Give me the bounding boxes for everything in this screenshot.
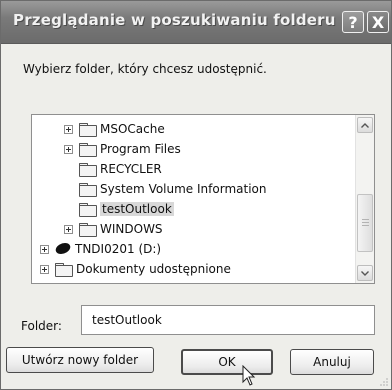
tree-item-drive-d[interactable]: TNDI0201 (D:) xyxy=(40,239,161,259)
folder-icon xyxy=(79,162,97,177)
expand-icon[interactable] xyxy=(64,124,73,134)
folder-icon xyxy=(79,142,97,157)
tree-item-label: Dokumenty udostępnione xyxy=(76,262,231,276)
scroll-down-button[interactable] xyxy=(357,265,373,281)
tree-item-system-volume-information[interactable]: System Volume Information xyxy=(64,179,266,199)
scroll-thumb[interactable] xyxy=(357,194,373,252)
folder-field-label: Folder: xyxy=(21,319,62,333)
expand-icon[interactable] xyxy=(64,144,73,154)
cancel-button[interactable]: Anuluj xyxy=(290,349,374,375)
folder-name-input[interactable] xyxy=(81,305,375,335)
tree-item-label: TNDI0201 (D:) xyxy=(75,242,162,256)
folder-icon xyxy=(79,122,97,137)
folder-tree[interactable]: MSOCache Program Files RECYCLER System V… xyxy=(31,114,375,284)
expand-icon[interactable] xyxy=(40,244,49,254)
mouse-pointer-icon xyxy=(242,365,256,386)
tree-item-recycler[interactable]: RECYCLER xyxy=(64,159,162,179)
drive-icon xyxy=(53,243,73,255)
tree-item-label: MSOCache xyxy=(100,122,165,136)
resize-grip-icon[interactable] xyxy=(377,375,389,387)
tree-item-testoutlook[interactable]: testOutlook xyxy=(64,199,174,219)
folder-tree-rows: MSOCache Program Files RECYCLER System V… xyxy=(32,115,356,283)
expand-icon[interactable] xyxy=(64,224,73,234)
tree-item-windows[interactable]: WINDOWS xyxy=(64,219,163,239)
tree-item-msocache[interactable]: MSOCache xyxy=(64,119,165,139)
folder-icon xyxy=(55,262,73,277)
browse-folder-dialog: Przeglądanie w poszukiwaniu folderu ? X … xyxy=(0,0,392,390)
dialog-title: Przeglądanie w poszukiwaniu folderu xyxy=(13,11,336,29)
chevron-down-icon xyxy=(361,270,369,276)
chevron-up-icon xyxy=(361,122,369,128)
help-button[interactable]: ? xyxy=(342,11,364,33)
close-button[interactable]: X xyxy=(367,11,389,33)
title-bar[interactable]: Przeglądanie w poszukiwaniu folderu ? X xyxy=(1,1,391,44)
scroll-up-button[interactable] xyxy=(357,117,373,133)
tree-item-label: System Volume Information xyxy=(100,182,267,196)
tree-item-label: WINDOWS xyxy=(100,222,163,236)
ok-button[interactable]: OK xyxy=(181,349,273,375)
tree-item-shared-documents[interactable]: Dokumenty udostępnione xyxy=(40,259,231,279)
folder-icon xyxy=(79,182,97,197)
folder-icon xyxy=(79,202,97,217)
tree-item-label: Program Files xyxy=(100,142,181,156)
instruction-text: Wybierz folder, który chcesz udostępnić. xyxy=(23,62,267,76)
vertical-scrollbar[interactable] xyxy=(355,115,374,283)
tree-item-label: RECYCLER xyxy=(100,162,162,176)
tree-item-label: testOutlook xyxy=(100,202,174,216)
folder-icon xyxy=(79,222,97,237)
new-folder-button[interactable]: Utwórz nowy folder xyxy=(6,347,154,373)
tree-item-program-files[interactable]: Program Files xyxy=(64,139,181,159)
expand-icon[interactable] xyxy=(40,264,49,274)
